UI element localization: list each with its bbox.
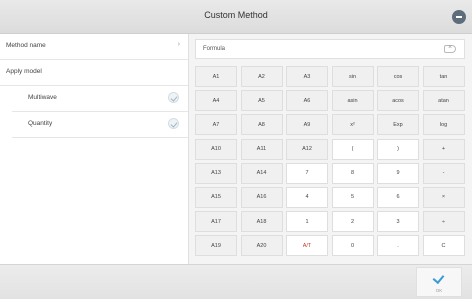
apply-model-row: Apply model (0, 60, 188, 86)
keypad-key[interactable]: 6 (377, 186, 419, 208)
keypad-key[interactable]: C (422, 235, 465, 257)
keypad-key[interactable]: cos (377, 66, 419, 87)
keypad-key[interactable]: acos (377, 90, 419, 112)
keypad-key[interactable]: 3 (377, 211, 419, 233)
formula-panel: Formula A1A2A3sincostan A4A5A6asinacosata… (189, 34, 472, 264)
keypad-key[interactable]: × (422, 186, 465, 208)
keypad-key[interactable]: 8 (331, 162, 374, 184)
keypad-key[interactable]: A4 (195, 90, 237, 112)
checkmark-icon (432, 271, 445, 285)
keypad-key[interactable]: A10 (195, 138, 237, 160)
keypad-key[interactable]: A9 (286, 114, 328, 136)
keypad-key[interactable]: 9 (377, 162, 419, 184)
footer-bar: OK (0, 264, 472, 299)
keypad-key[interactable]: ÷ (422, 211, 465, 233)
keypad-key[interactable]: 5 (331, 186, 374, 208)
keypad-key[interactable]: 7 (286, 162, 328, 184)
keypad-key[interactable]: A14 (240, 162, 283, 184)
keypad-key[interactable]: A17 (195, 211, 237, 233)
back-icon[interactable] (452, 10, 466, 24)
keypad-key[interactable]: sin (331, 66, 374, 87)
keypad-key[interactable]: Exp (377, 114, 419, 136)
method-name-row[interactable]: Method name › (0, 34, 188, 60)
keypad-key[interactable]: ) (377, 138, 419, 160)
formula-input[interactable]: Formula (195, 39, 465, 59)
method-name-label: Method name (6, 42, 46, 49)
keypad-key[interactable]: A18 (240, 211, 283, 233)
chevron-right-icon: › (177, 41, 180, 48)
option-label: Multiwave (28, 94, 57, 101)
keypad-key[interactable]: A5 (240, 90, 283, 112)
check-icon[interactable] (168, 118, 179, 129)
page-title: Custom Method (204, 10, 268, 20)
keypad-key[interactable]: A12 (286, 138, 328, 160)
keypad-key[interactable]: log (422, 114, 465, 136)
keypad-key[interactable]: A/T (286, 235, 328, 257)
keypad-key[interactable]: A16 (240, 186, 283, 208)
keypad-key[interactable]: 4 (286, 186, 328, 208)
keypad-key[interactable]: atan (422, 90, 465, 112)
title-bar: Custom Method (0, 0, 472, 34)
keypad-key[interactable]: A19 (195, 235, 237, 257)
option-quantity[interactable]: Quantity (12, 112, 188, 138)
keypad-key[interactable]: A2 (240, 66, 283, 87)
keypad-key[interactable]: - (422, 162, 465, 184)
keypad-key[interactable]: A11 (240, 138, 283, 160)
keypad-key[interactable]: tan (422, 66, 465, 87)
keypad-key[interactable]: A13 (195, 162, 237, 184)
backspace-icon[interactable] (444, 44, 456, 53)
keypad-key[interactable]: A6 (286, 90, 328, 112)
keypad-key[interactable]: A15 (195, 186, 237, 208)
ok-button[interactable]: OK (416, 267, 462, 297)
keypad-key[interactable]: A1 (195, 66, 237, 87)
keypad-key[interactable]: A8 (240, 114, 283, 136)
keypad-key[interactable]: x² (331, 114, 374, 136)
keypad-key[interactable]: asin (331, 90, 374, 112)
keypad-key[interactable]: A3 (286, 66, 328, 87)
keypad-key[interactable]: ( (331, 138, 374, 160)
formula-placeholder: Formula (203, 46, 226, 52)
keypad-key[interactable]: + (422, 138, 465, 160)
keypad-key[interactable]: A7 (195, 114, 237, 136)
keypad: A1 A2 A3 sin cos tan A4 A5 A6 asin acos atan A7 A8 A9 x… (195, 66, 465, 260)
ok-label: OK (435, 288, 443, 293)
check-icon[interactable] (168, 92, 179, 103)
keypad-key[interactable]: 1 (286, 211, 328, 233)
keypad-key[interactable]: A20 (240, 235, 283, 257)
keypad-key[interactable]: 2 (331, 211, 374, 233)
keypad-key[interactable]: . (377, 235, 419, 257)
apply-model-label: Apply model (6, 68, 42, 75)
option-multiwave[interactable]: Multiwave (12, 86, 188, 112)
settings-panel: Method name › Apply model Multiwave Quan… (0, 34, 189, 264)
keypad-key[interactable]: 0 (331, 235, 374, 257)
option-label: Quantity (28, 120, 53, 127)
